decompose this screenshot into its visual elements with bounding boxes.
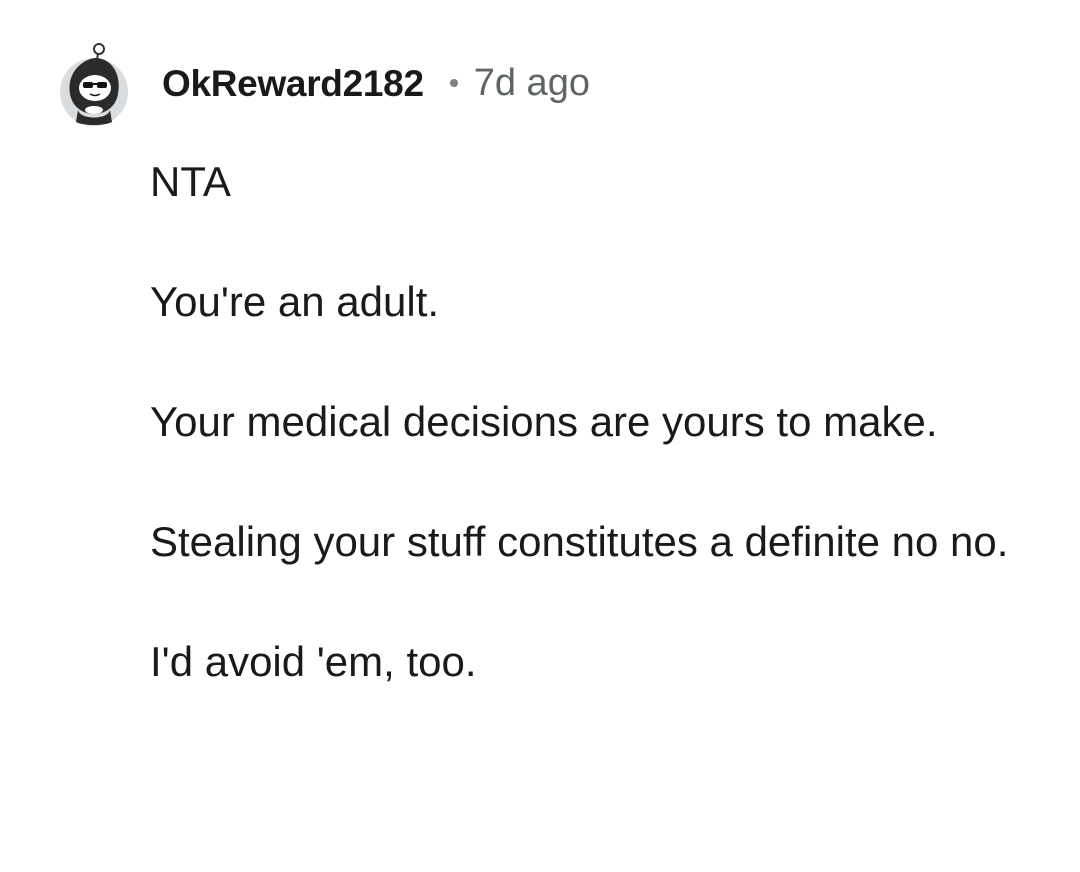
- comment-timestamp: 7d ago: [473, 62, 590, 104]
- comment-header: OkReward2182 7d ago: [56, 40, 590, 126]
- comment-paragraph: Your medical decisions are yours to make…: [150, 398, 938, 445]
- snoo-avatar-icon[interactable]: [56, 40, 132, 126]
- comment-paragraph: I'd avoid 'em, too.: [150, 638, 477, 685]
- comment-paragraph: You're an adult.: [150, 278, 440, 325]
- comment-paragraph: Stealing your stuff constitutes a defini…: [150, 518, 1009, 565]
- comment-card: OkReward2182 7d ago NTA You're an adult.…: [0, 0, 1080, 872]
- username-link[interactable]: OkReward2182: [162, 65, 424, 102]
- comment-paragraph: NTA: [150, 158, 231, 205]
- comment-body: NTA You're an adult. Your medical decisi…: [150, 150, 1030, 750]
- separator-dot: [449, 79, 458, 87]
